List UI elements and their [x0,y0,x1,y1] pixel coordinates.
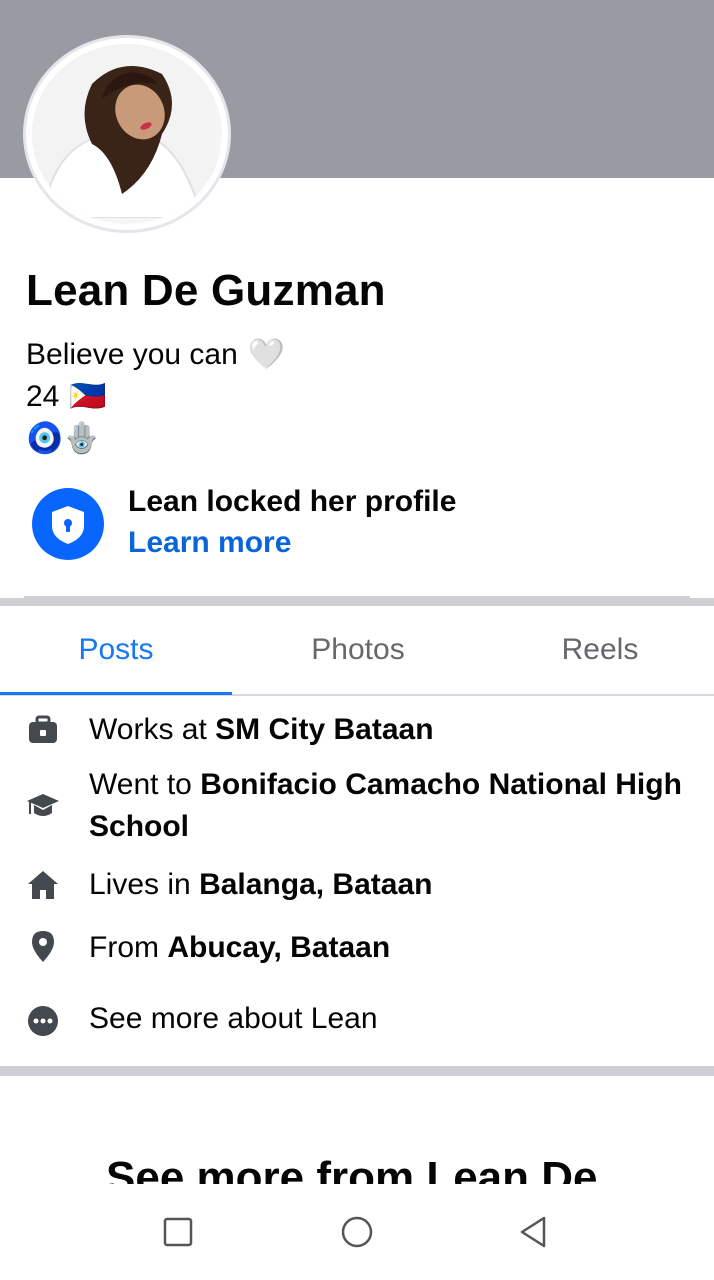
recents-button[interactable] [158,1212,198,1252]
bio-line-1: Believe you can 🤍 [26,334,285,376]
flag-emoji: 🇵🇭 [69,380,107,413]
see-more-about-label: See more about Lean [89,1002,378,1035]
about-lives[interactable]: Lives in Balanga, Bataan [0,864,714,908]
profile-avatar[interactable] [23,35,231,233]
locked-profile-notice: Lean locked her profile Learn more [30,482,690,572]
location-pin-icon [26,929,60,963]
see-more-about-button[interactable]: See more about Lean [0,998,714,1042]
section-divider [0,598,714,606]
about-work[interactable]: Works at SM City Bataan [0,708,714,752]
graduation-cap-icon [26,788,60,822]
lives-prefix: Lives in [89,868,191,901]
from-place: Abucay, Bataan [167,931,391,964]
hamsa-emoji: 🪬 [63,422,101,455]
lives-text: Lives in Balanga, Bataan [89,864,689,906]
back-button[interactable] [514,1212,554,1252]
more-dots-icon [26,1004,60,1038]
section-divider-bottom [0,1066,714,1076]
bio-line-2: 24 🇵🇭 [26,376,285,418]
work-place: SM City Bataan [215,713,434,746]
see-more-heading: See more from Lean De [106,1153,598,1184]
about-from[interactable]: From Abucay, Bataan [0,927,714,971]
lives-place: Balanga, Bataan [199,868,433,901]
bio-text-1: Believe you can [26,338,238,371]
school-text: Went to Bonifacio Camacho National High … [89,764,689,848]
tab-reels[interactable]: Reels [484,606,714,694]
profile-tabs: Posts Photos Reels [0,606,714,696]
from-text: From Abucay, Bataan [89,927,689,969]
evil-eye-emoji: 🧿 [26,422,64,455]
work-prefix: Works at [89,713,207,746]
profile-bio: Believe you can 🤍 24 🇵🇭 🧿 🪬 [26,334,285,460]
about-school[interactable]: Went to Bonifacio Camacho National High … [0,764,714,850]
work-text: Works at SM City Bataan [89,709,689,751]
house-icon [26,868,60,902]
heart-emoji: 🤍 [247,338,286,371]
from-prefix: From [89,931,159,964]
tab-photos[interactable]: Photos [242,606,474,694]
tab-posts[interactable]: Posts [0,606,232,694]
profile-name: Lean De Guzman [26,266,386,315]
locked-profile-title: Lean locked her profile [128,485,457,518]
system-nav-bar [0,1186,714,1280]
bio-text-2: 24 [26,380,60,413]
bio-line-3: 🧿 🪬 [26,418,285,460]
home-button[interactable] [337,1212,377,1252]
avatar-image [32,44,222,224]
school-prefix: Went to [89,768,192,801]
briefcase-icon [26,713,60,747]
active-tab-indicator [0,692,232,695]
shield-lock-icon [32,488,104,560]
learn-more-link[interactable]: Learn more [128,526,291,560]
